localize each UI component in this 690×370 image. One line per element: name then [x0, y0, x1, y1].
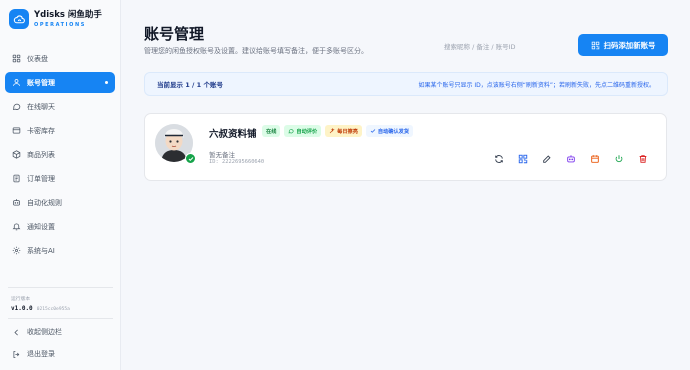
status-badge: 在线 [262, 125, 281, 137]
version-hash: 0215cc0e955a [36, 307, 70, 312]
auto-review-tag: 自动评价 [284, 125, 322, 137]
edit-icon [543, 155, 551, 163]
sidebar-item-label: 商品列表 [27, 150, 55, 159]
ai-settings-button[interactable] [564, 152, 578, 166]
brand: Ydisks 闲鱼助手 OPERATIONS [9, 9, 102, 29]
sidebar-item-automation[interactable]: 自动化规则 [5, 192, 115, 213]
sidebar-item-cards[interactable]: 卡密库存 [5, 120, 115, 141]
schedule-button[interactable] [588, 152, 602, 166]
refresh-profile-button[interactable] [492, 152, 506, 166]
auto-confirm-tag: 自动确认发货 [365, 125, 414, 137]
sidebar-item-label: 仪表盘 [27, 54, 48, 63]
collapse-label: 收起侧边栏 [27, 328, 62, 336]
reauth-qrcode-button[interactable] [516, 152, 530, 166]
qrcode-icon [591, 41, 599, 49]
daily-polish-tag: 每日擦亮 [325, 125, 362, 137]
scan-button-label: 扫码添加新账号 [603, 40, 656, 50]
logout-icon [13, 350, 20, 358]
chat-icon [288, 129, 294, 134]
cloud-logo-icon [9, 9, 29, 29]
version-label: 运行版本 [11, 297, 31, 302]
brand-subtitle: OPERATIONS [34, 22, 86, 28]
info-hint: 如果某个账号只显示 ID，点该账号右侧“刷新资料”；若刷新失败，先点二维码重新授… [418, 81, 655, 89]
user-icon [13, 79, 20, 86]
sidebar-item-label: 卡密库存 [27, 126, 55, 135]
account-tags: 在线 自动评价 每日擦亮 自动确认发货 [262, 125, 417, 137]
sidebar-item-system[interactable]: 系统与AI [5, 240, 115, 261]
sidebar-item-accounts[interactable]: 账号管理 [5, 72, 115, 93]
page-description: 管理您的闲鱼授权账号及设置。建议给账号填写备注，便于多账号区分。 [144, 47, 368, 55]
account-id: ID: 2222695660640 [209, 159, 265, 165]
refresh-icon [495, 155, 503, 163]
sidebar: Ydisks 闲鱼助手 OPERATIONS 仪表盘 账号管理 在线聊天 卡密库… [0, 0, 121, 370]
robot-icon [13, 199, 20, 206]
sidebar-item-orders[interactable]: 订单管理 [5, 168, 115, 189]
bell-icon [12, 223, 21, 231]
chevron-left-icon [14, 329, 18, 335]
divider [8, 318, 113, 319]
search-input[interactable] [437, 37, 569, 57]
sidebar-item-label: 通知设置 [27, 222, 55, 231]
account-count: 当前显示 1 / 1 个账号 [157, 81, 223, 89]
chat-icon [12, 103, 21, 110]
sidebar-item-products[interactable]: 商品列表 [5, 144, 115, 165]
gear-icon [12, 246, 21, 255]
sparkle-icon [329, 128, 335, 134]
account-note: 暂无备注 [209, 151, 235, 159]
dashboard-icon [12, 54, 21, 63]
active-dot [105, 81, 108, 84]
edit-account-button[interactable] [540, 152, 554, 166]
account-card: 六叔资料铺 在线 自动评价 每日擦亮 自动确认发货 暂无备注 ID: 22226… [144, 113, 667, 181]
sidebar-item-dashboard[interactable]: 仪表盘 [5, 48, 115, 69]
logout-label: 退出登录 [27, 350, 55, 358]
sidebar-item-notifications[interactable]: 通知设置 [5, 216, 115, 237]
sidebar-item-label: 在线聊天 [27, 102, 55, 111]
collapse-sidebar-button[interactable]: 收起侧边栏 [5, 323, 115, 341]
card-icon [12, 127, 21, 134]
sidebar-item-label: 系统与AI [27, 246, 55, 255]
page-title: 账号管理 [144, 25, 205, 43]
check-icon [370, 129, 376, 133]
scan-add-account-button[interactable]: 扫码添加新账号 [578, 34, 668, 56]
sidebar-nav: 仪表盘 账号管理 在线聊天 卡密库存 商品列表 订单管理 自动化规则 通知设置 … [5, 48, 115, 264]
sidebar-item-label: 订单管理 [27, 174, 55, 183]
order-icon [13, 174, 20, 183]
version-number: v1.0.0 [11, 305, 33, 312]
sidebar-item-label: 账号管理 [27, 78, 55, 87]
brand-name: Ydisks 闲鱼助手 [34, 10, 102, 20]
robot-icon [567, 155, 575, 163]
version-block: 运行版本 v1.0.0 0215cc0e955a [11, 295, 70, 312]
account-name: 六叔资料铺 [209, 129, 257, 140]
box-icon [12, 150, 21, 159]
sidebar-item-chat[interactable]: 在线聊天 [5, 96, 115, 117]
qrcode-icon [518, 154, 528, 164]
divider [8, 287, 113, 288]
sidebar-item-label: 自动化规则 [27, 198, 62, 207]
trash-icon [639, 155, 647, 163]
verified-check-icon [185, 153, 196, 164]
logout-button[interactable]: 退出登录 [5, 345, 115, 363]
delete-account-button[interactable] [636, 152, 650, 166]
toggle-account-button[interactable] [612, 152, 626, 166]
power-icon [615, 155, 623, 163]
info-bar: 当前显示 1 / 1 个账号 如果某个账号只显示 ID，点该账号右侧“刷新资料”… [144, 72, 668, 96]
calendar-icon [591, 155, 599, 163]
